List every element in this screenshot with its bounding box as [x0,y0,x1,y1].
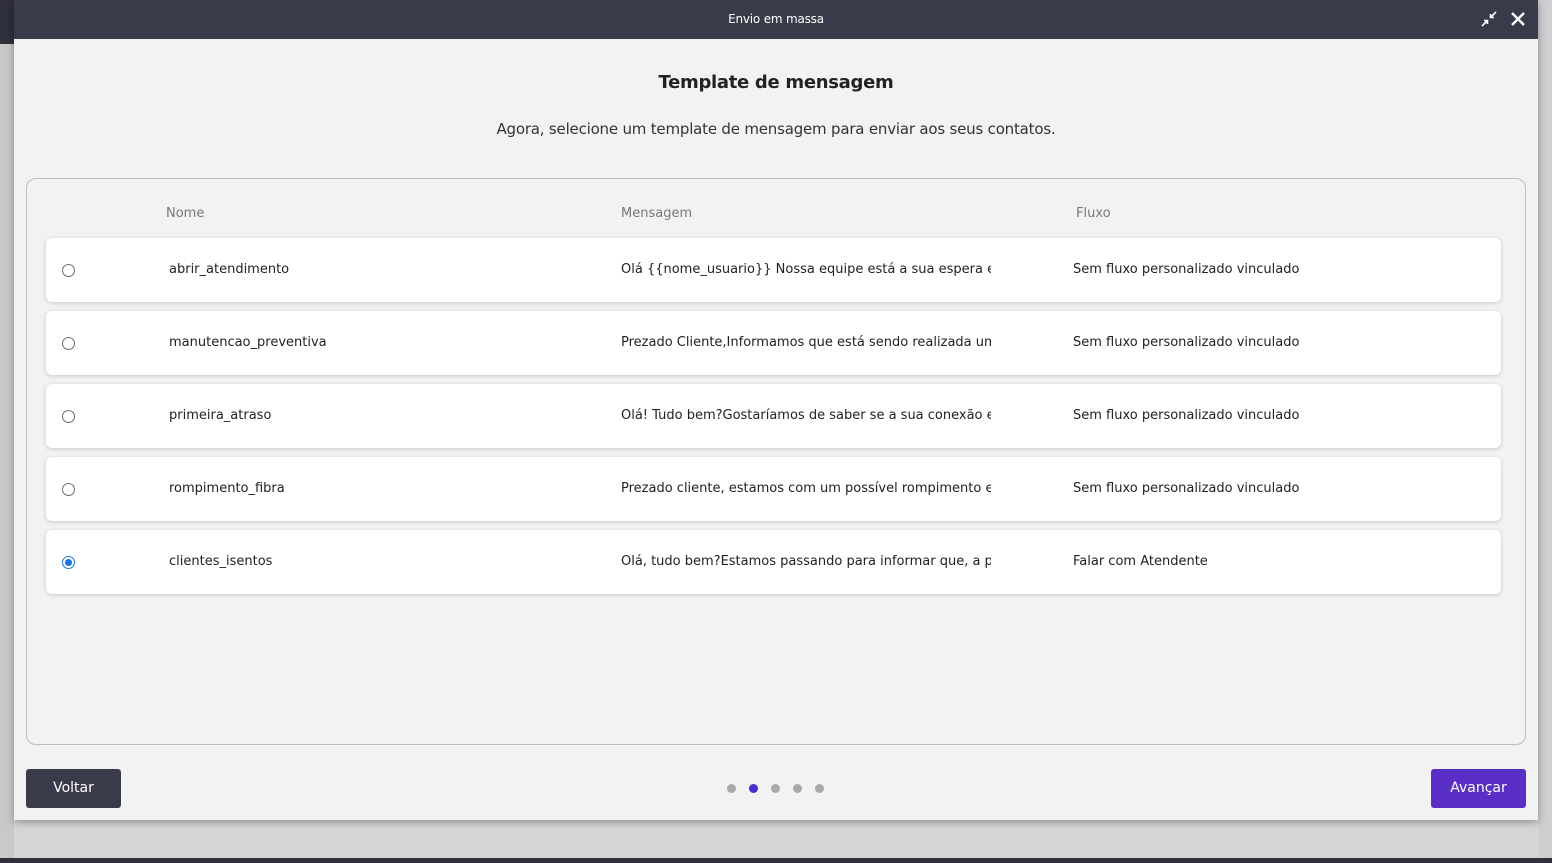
cell-fluxo: Sem fluxo personalizado vinculado [1073,262,1300,277]
template-table: Nome Mensagem Fluxo abrir_atendimento Ol… [26,178,1526,745]
cell-mensagem: Prezado cliente, estamos com um possível… [621,481,991,496]
cell-nome: manutencao_preventiva [169,335,327,350]
radio-button[interactable] [62,264,75,277]
table-row[interactable]: rompimento_fibra Prezado cliente, estamo… [46,457,1501,521]
step-dot[interactable] [793,784,802,793]
cell-fluxo: Sem fluxo personalizado vinculado [1073,335,1300,350]
step-dot[interactable] [815,784,824,793]
cell-fluxo: Falar com Atendente [1073,554,1208,569]
background-left-edge [0,44,14,863]
radio-button[interactable] [62,483,75,496]
page-subtitle: Agora, selecione um template de mensagem… [496,120,1056,138]
cell-nome: rompimento_fibra [169,481,285,496]
table-row[interactable]: abrir_atendimento Olá {{nome_usuario}} N… [46,238,1501,302]
minimize-arrows-icon [1481,11,1497,27]
step-dot[interactable] [749,784,758,793]
bulk-send-modal: Envio em massa Template de mensagem Agor… [14,0,1538,820]
page-title: Template de mensagem [658,72,894,93]
radio-button[interactable] [62,556,75,569]
modal-title: Envio em massa [728,12,824,26]
back-button[interactable]: Voltar [26,769,121,808]
step-dot[interactable] [727,784,736,793]
cell-nome: abrir_atendimento [169,262,290,277]
cell-fluxo: Sem fluxo personalizado vinculado [1073,408,1300,423]
minimize-button[interactable] [1478,8,1500,30]
radio-button[interactable] [62,410,75,423]
table-row[interactable]: manutencao_preventiva Prezado Cliente,In… [46,311,1501,375]
column-header-mensagem: Mensagem [621,206,693,221]
column-header-fluxo: Fluxo [1076,206,1111,221]
cell-nome: clientes_isentos [169,554,273,569]
background-right-edge [1538,0,1552,863]
close-icon [1511,12,1525,26]
next-button[interactable]: Avançar [1431,769,1526,808]
close-button[interactable] [1507,8,1529,30]
background-bottom-bar [0,858,1552,863]
cell-mensagem: Prezado Cliente,Informamos que está send… [621,335,991,350]
cell-mensagem: Olá {{nome_usuario}} Nossa equipe está a… [621,262,991,277]
table-row[interactable]: clientes_isentos Olá, tudo bem?Estamos p… [46,530,1501,594]
radio-button[interactable] [62,337,75,350]
column-header-nome: Nome [166,206,205,221]
cell-nome: primeira_atraso [169,408,272,423]
cell-mensagem: Olá! Tudo bem?Gostaríamos de saber se a … [621,408,991,423]
cell-mensagem: Olá, tudo bem?Estamos passando para info… [621,554,991,569]
cell-fluxo: Sem fluxo personalizado vinculado [1073,481,1300,496]
modal-header: Envio em massa [14,0,1538,39]
step-dot[interactable] [771,784,780,793]
table-row[interactable]: primeira_atraso Olá! Tudo bem?Gostaríamo… [46,384,1501,448]
